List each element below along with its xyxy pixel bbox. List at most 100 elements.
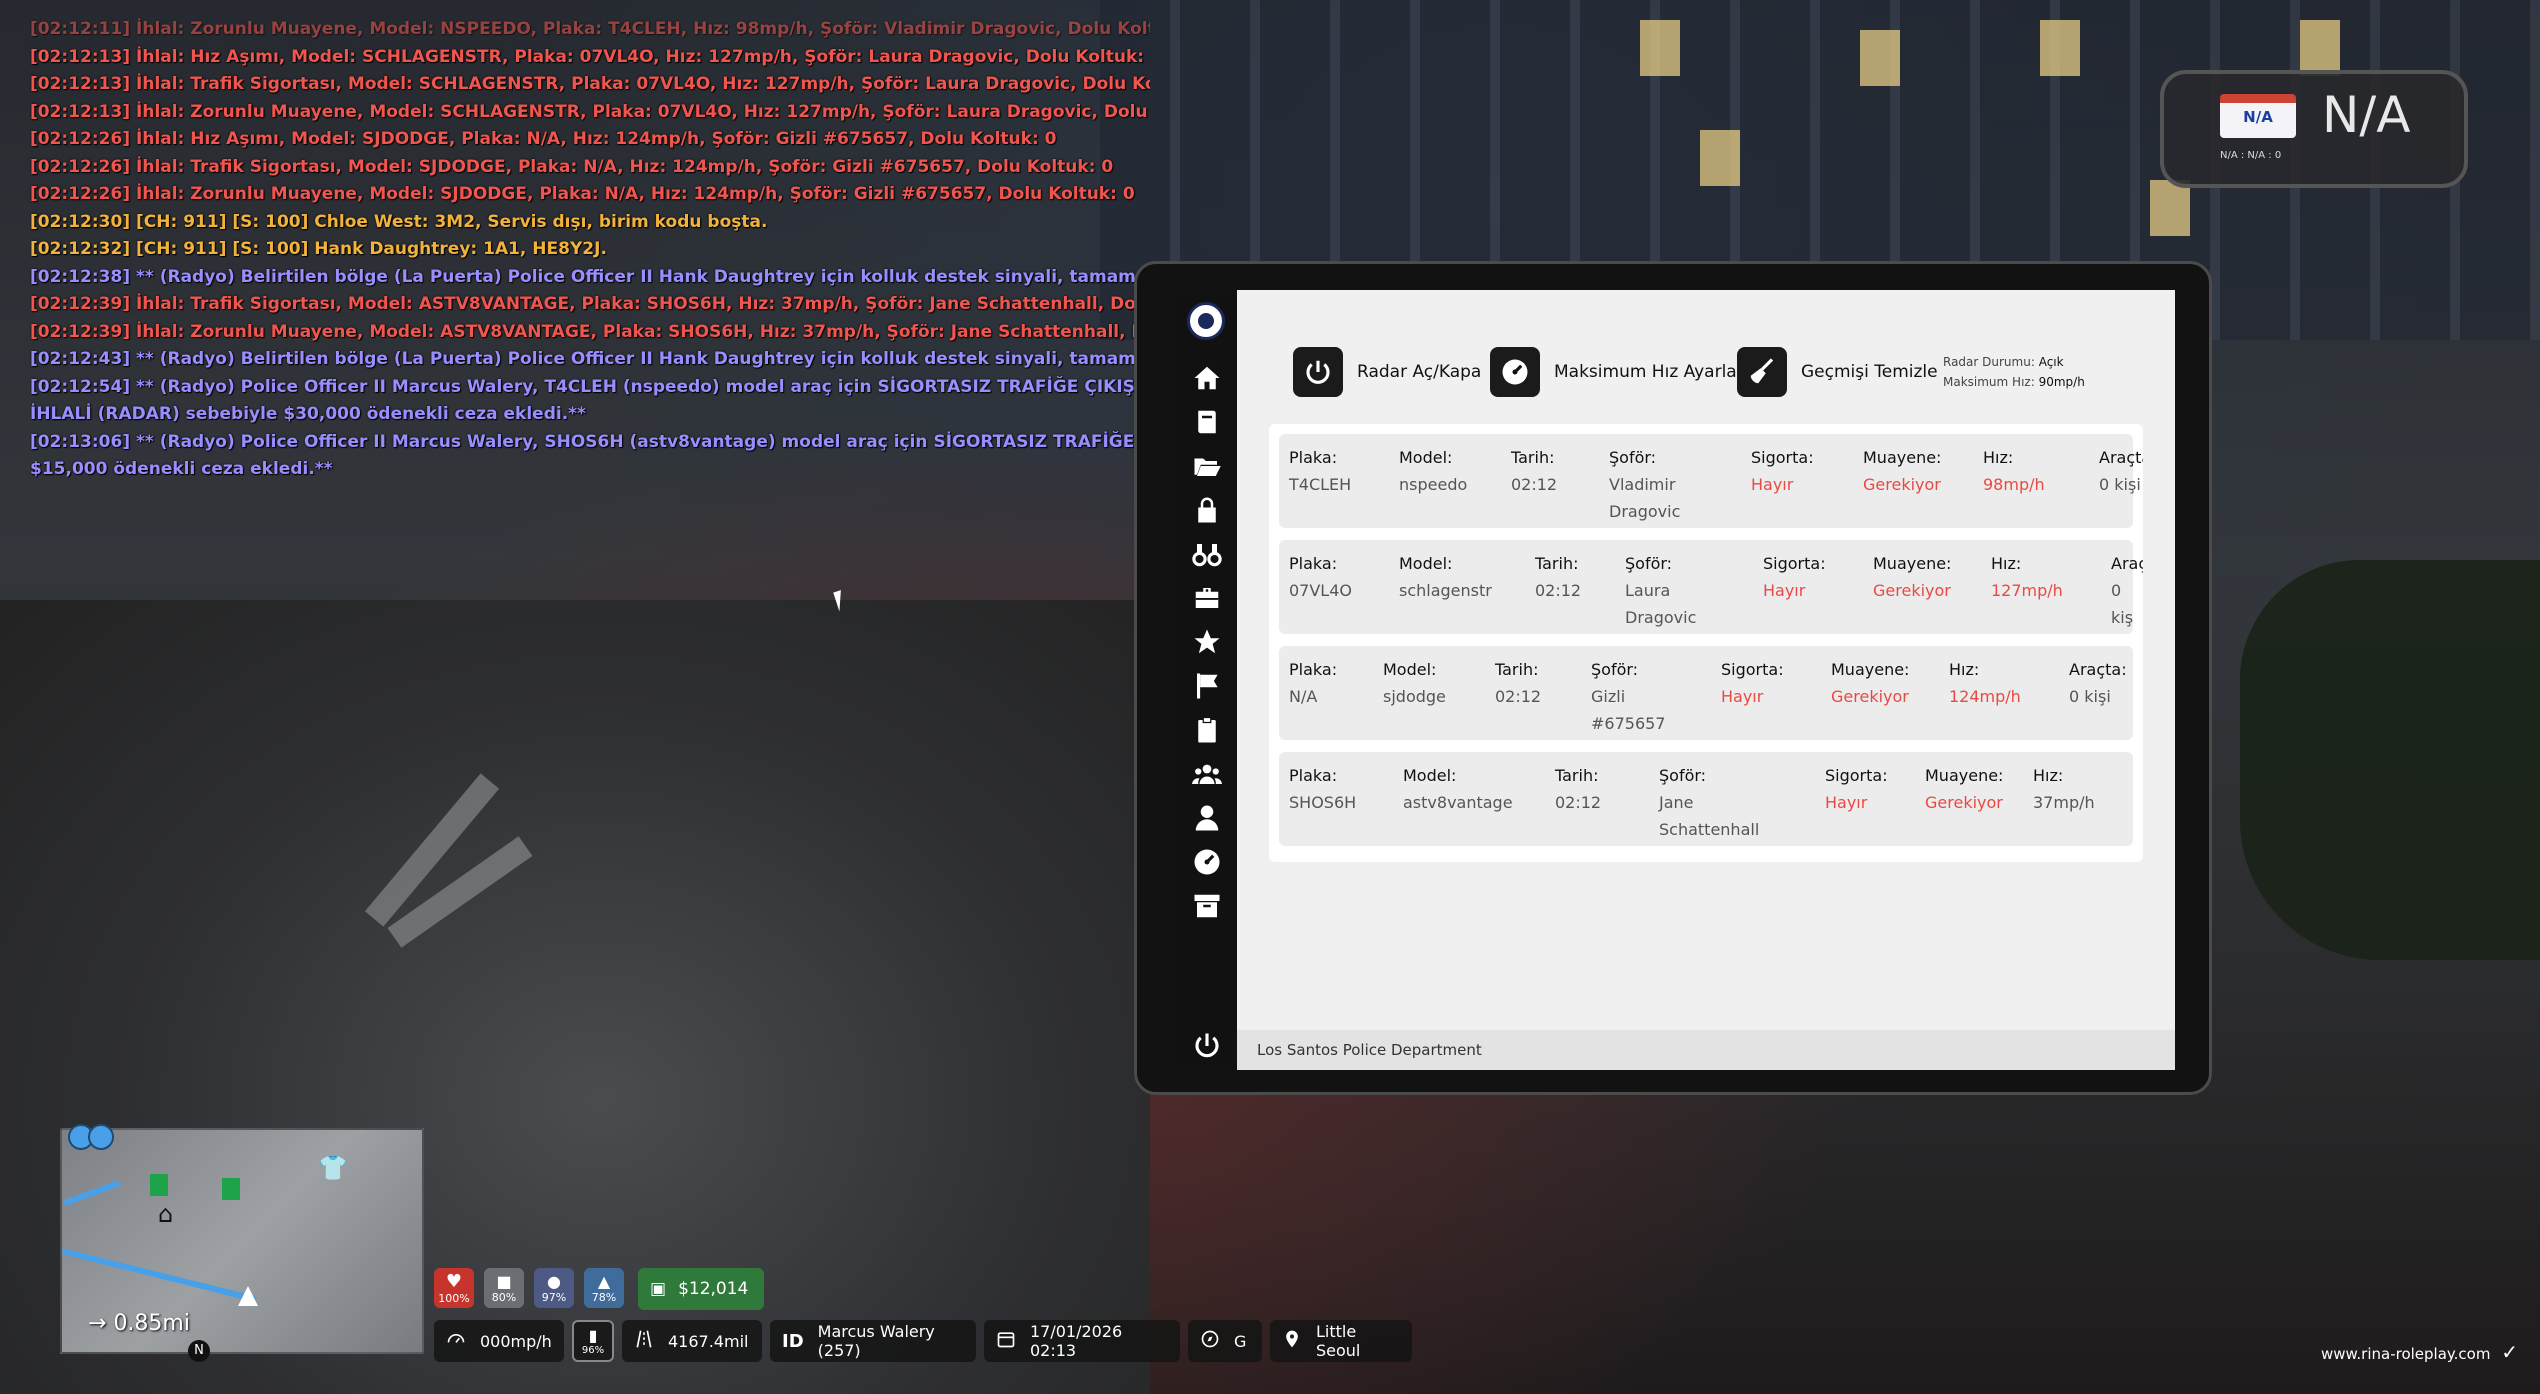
store-icon: ⌂ (158, 1200, 174, 1228)
record-inspection-value: Gerekiyor (1925, 793, 2003, 812)
record-speed: Hız: 124mp/h (1949, 656, 2021, 710)
player-name: Marcus Walery (257) (817, 1322, 935, 1360)
user-icon[interactable] (1191, 802, 1223, 834)
radar-record-row[interactable]: Plaka: SHOS6H Model: astv8vantage Tarih: 02:1… (1279, 752, 2133, 846)
radar-plate-display: N/A N/A N/A : N/A : 0 (2160, 70, 2468, 188)
background-bush (2240, 560, 2540, 960)
radar-record-row[interactable]: Plaka: 07VL4O Model: schlagenstr Tarih: 02:12… (1279, 540, 2143, 634)
record-date-value: 02:12 (1495, 687, 1542, 706)
plate-readout: N/A (2322, 86, 2411, 144)
record-speed-header: Hız: (1991, 554, 2022, 573)
clear-history-button[interactable]: Geçmişi Temizle (1737, 346, 1938, 398)
record-insurance-header: Sigorta: (1763, 554, 1826, 573)
binoculars-icon[interactable] (1191, 538, 1223, 570)
record-speed-header: Hız: (1949, 660, 1980, 679)
compass-display: G (1188, 1320, 1262, 1362)
gps-distance: → 0.85mi (88, 1311, 190, 1336)
record-insurance-header: Sigorta: (1825, 766, 1888, 785)
record-driver: Şoför: Jane Schattenhall (1659, 762, 1769, 843)
speed-value: 000mp/h (480, 1331, 552, 1351)
plate-number: N/A (2243, 108, 2273, 126)
record-date: Tarih: 02:12 (1495, 656, 1541, 710)
record-speed-header: Hız: (2033, 766, 2064, 785)
record-date-value: 02:12 (1511, 475, 1558, 494)
radar-status-value: Açık (2038, 355, 2064, 369)
record-occupants-value: 0 kişi (2099, 475, 2141, 494)
record-plate-value: SHOS6H (1289, 793, 1357, 812)
location-value: Little Seoul (1316, 1322, 1361, 1360)
record-date: Tarih: 02:12 (1555, 762, 1601, 816)
record-plate: Plaka: T4CLEH (1289, 444, 1351, 498)
flag-icon[interactable] (1191, 670, 1223, 702)
thirst-value: 78% (591, 1291, 617, 1304)
record-date-value: 02:12 (1555, 793, 1602, 812)
record-insurance-value: Hayır (1751, 475, 1794, 494)
max-speed-label: Maksimum Hız Ayarla (1554, 362, 1737, 382)
record-inspection: Muayene: Gerekiyor (1873, 550, 1951, 604)
record-inspection: Muayene: Gerekiyor (1925, 762, 2003, 816)
record-occupants: Araçta: 0 kişi (2069, 656, 2127, 710)
cash-value: $12,014 (678, 1279, 749, 1299)
clipboard-icon[interactable] (1191, 714, 1223, 746)
thirst-status: ▲ 78% (584, 1268, 624, 1308)
record-insurance: Sigorta: Hayır (1721, 656, 1784, 710)
record-plate: Plaka: 07VL4O (1289, 550, 1352, 604)
record-inspection: Muayene: Gerekiyor (1831, 656, 1909, 710)
users-icon[interactable] (1191, 758, 1223, 790)
speedometer-icon[interactable] (1191, 846, 1223, 878)
record-model-header: Model: (1399, 448, 1453, 467)
speedometer-icon (446, 1329, 466, 1353)
cash-display: ▣ $12,014 (638, 1268, 764, 1310)
calendar-icon (996, 1329, 1016, 1353)
record-speed: Hız: 37mp/h (2033, 762, 2095, 816)
background-window (2040, 20, 2080, 76)
lock-icon[interactable] (1191, 494, 1223, 526)
record-model-value: sjdodge (1383, 687, 1446, 706)
record-driver-value: Jane Schattenhall (1659, 793, 1760, 839)
radar-record-row[interactable]: Plaka: T4CLEH Model: nspeedo Tarih: 02:12 Şofö… (1279, 434, 2143, 528)
power-icon[interactable] (1191, 1030, 1223, 1062)
background-window (1640, 20, 1680, 76)
vest-icon: ■ (496, 1272, 512, 1291)
radar-record-row[interactable]: Plaka: N/A Model: sjdodge Tarih: 02:12 Şoför: G… (1279, 646, 2133, 740)
compass-icon (1200, 1329, 1220, 1353)
record-driver-header: Şoför: (1591, 660, 1639, 679)
record-insurance-header: Sigorta: (1721, 660, 1784, 679)
record-speed-header: Hız: (1983, 448, 2014, 467)
record-speed-value: 127mp/h (1991, 581, 2063, 600)
footer: Los Santos Police Department (1237, 1030, 2175, 1070)
chat-line: [02:12:26] İhlal: Hız Aşımı, Model: SJDO… (30, 129, 1057, 149)
record-inspection-value: Gerekiyor (1831, 687, 1909, 706)
archive-icon[interactable] (1191, 890, 1223, 922)
gps-route (62, 1179, 122, 1207)
max-speed-status-value: 90mp/h (2038, 375, 2085, 389)
book-icon[interactable] (1191, 406, 1223, 438)
record-inspection-value: Gerekiyor (1863, 475, 1941, 494)
home-icon[interactable] (1191, 362, 1223, 394)
speed-display: 000mp/h (434, 1320, 564, 1362)
record-occupants-header: Araçta: (2099, 448, 2143, 467)
watermark: www.rina-roleplay.com ✓ (2321, 1340, 2518, 1364)
location-display: Little Seoul (1270, 1320, 1412, 1362)
briefcase-icon[interactable] (1191, 582, 1223, 614)
minimap: 👕 ⌂ → 0.85mi N (60, 1124, 424, 1362)
max-speed-button[interactable]: Maksimum Hız Ayarla (1490, 346, 1737, 398)
record-plate-value: T4CLEH (1289, 475, 1352, 494)
chat-line: [02:12:26] İhlal: Trafik Sigortası, Mode… (30, 156, 1114, 177)
north-indicator: N (188, 1340, 210, 1362)
radar-status: Radar Durumu: Açık Maksimum Hız: 90mp/h (1943, 352, 2085, 392)
radar-toggle-button[interactable]: Radar Aç/Kapa (1293, 346, 1481, 398)
chat-line: [02:13:06] ** (Radyo) Police Officer II … (30, 431, 1150, 452)
fuel-pump-icon: ▮ (588, 1326, 598, 1345)
armor-value: 80% (491, 1291, 517, 1304)
chat-line: [02:12:43] ** (Radyo) Belirtilen bölge (… (30, 349, 1150, 369)
background-window (1860, 30, 1900, 86)
folder-open-icon[interactable] (1191, 450, 1223, 482)
radar-screen: Radar Aç/Kapa Maksimum Hız Ayarla Geçmiş… (1237, 290, 2175, 1070)
star-icon[interactable] (1191, 626, 1223, 658)
record-driver: Şoför: Laura Dragovic (1625, 550, 1735, 631)
record-driver-value: Vladimir Dragovic (1609, 475, 1681, 521)
clothing-store-icon: 👕 (318, 1154, 348, 1182)
background-window (1700, 130, 1740, 186)
food-icon: ● (547, 1272, 561, 1291)
